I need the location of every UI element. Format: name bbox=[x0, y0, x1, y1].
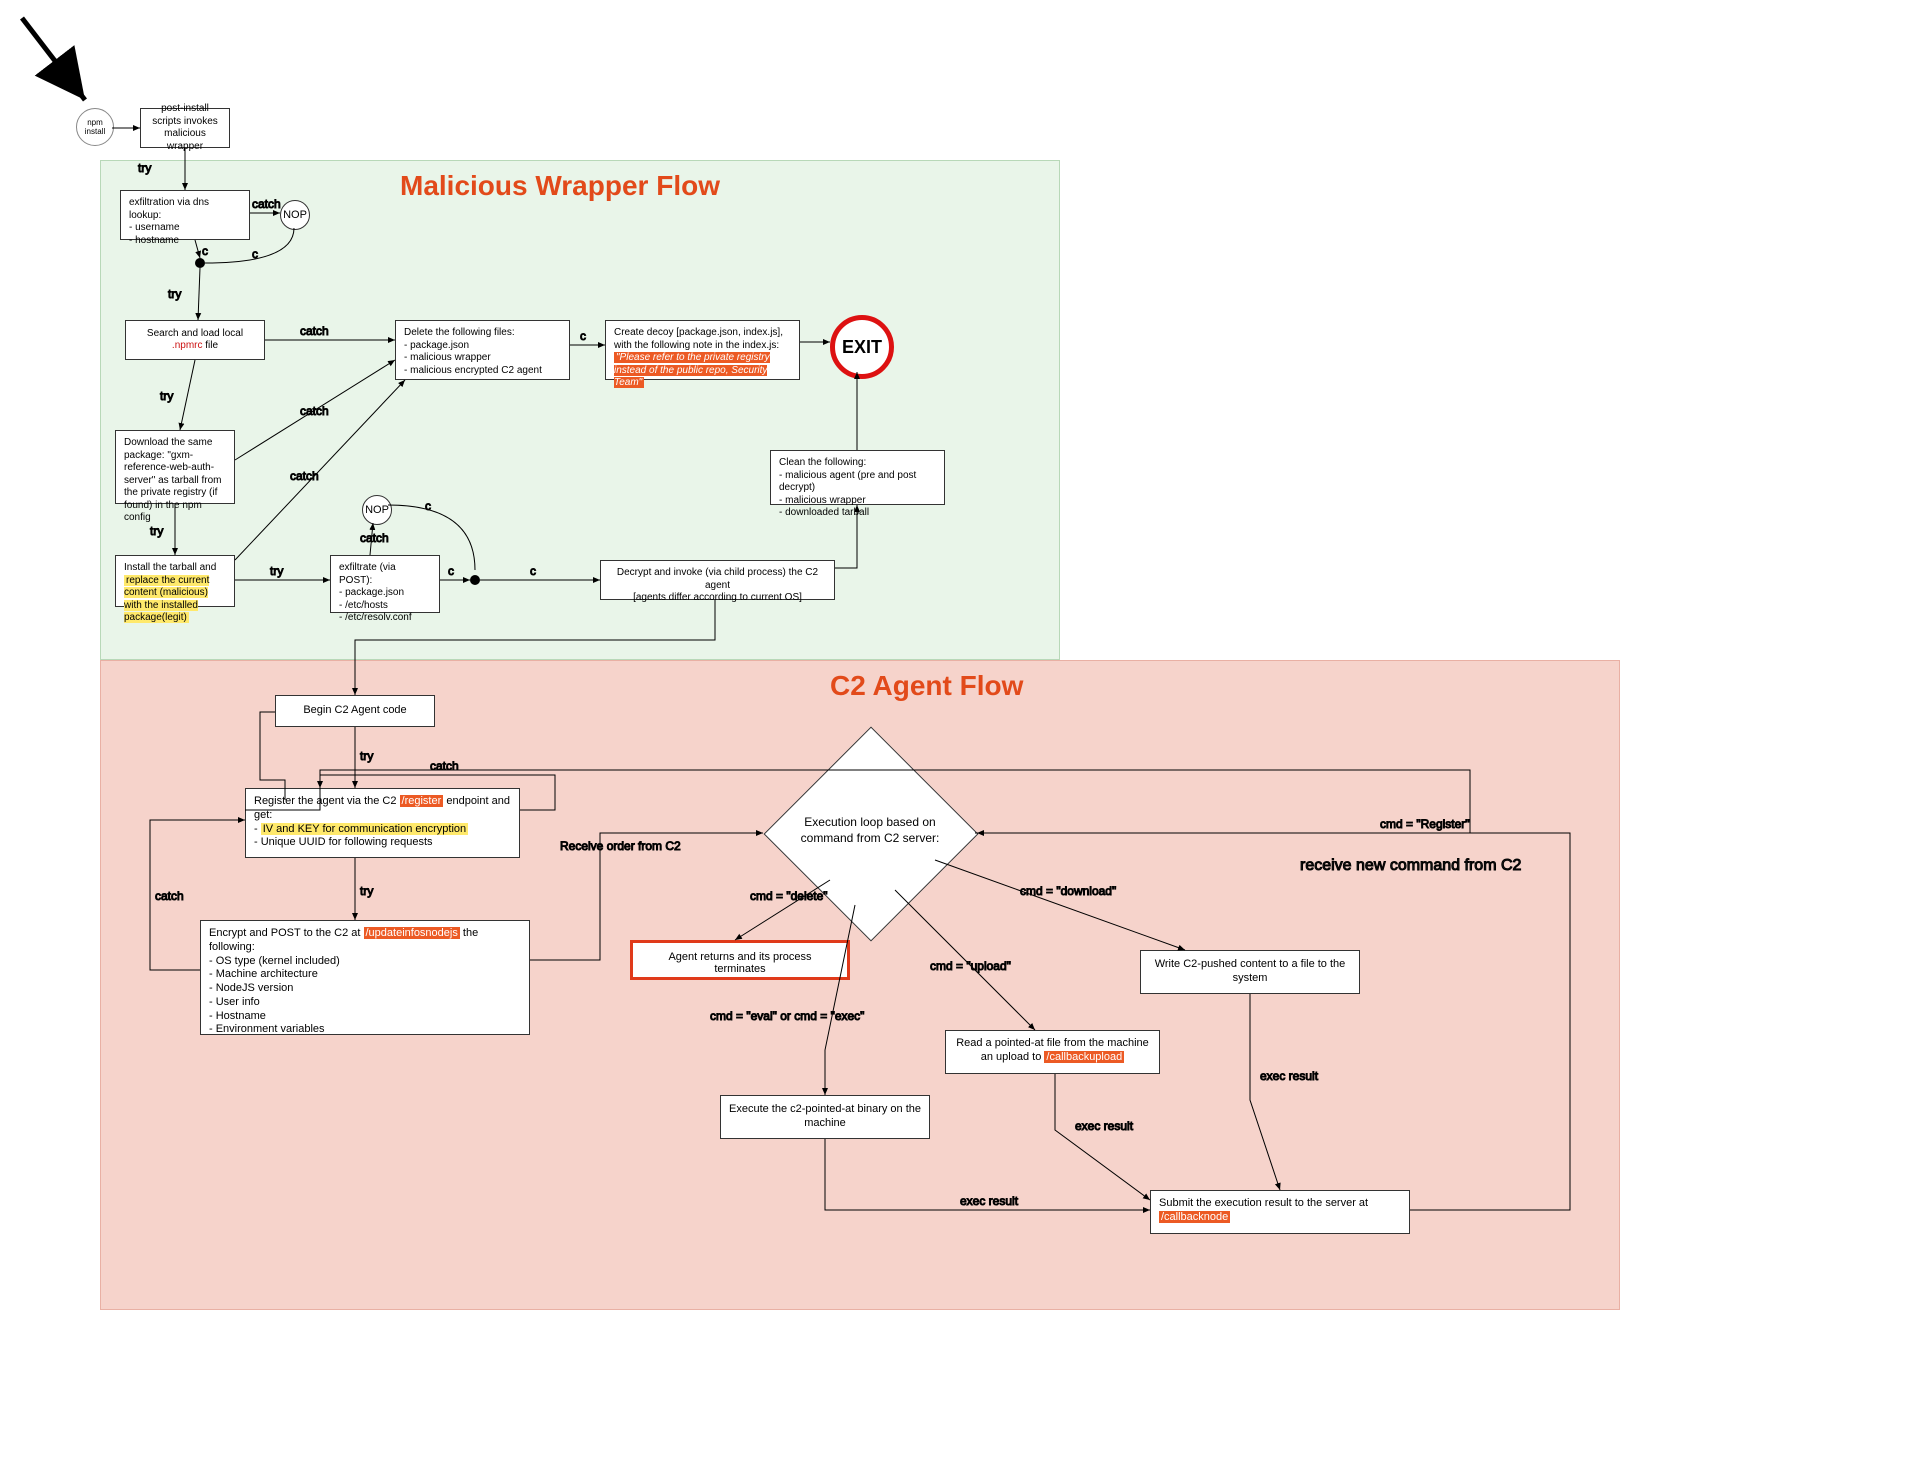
download-pkg-node: Download the same package: "gxm-referenc… bbox=[115, 430, 235, 504]
download-cmd-text: Write C2-pushed content to a file to the… bbox=[1149, 958, 1351, 986]
decoy-node: Create decoy [package.json, index.js], w… bbox=[605, 320, 800, 380]
delete-files-b3: - malicious encrypted C2 agent bbox=[404, 365, 561, 378]
loop-l2: command from C2 server: bbox=[790, 831, 950, 847]
clean-b2: - malicious wrapper bbox=[779, 495, 936, 508]
exec-cmd-node: Execute the c2-pointed-at binary on the … bbox=[720, 1095, 930, 1139]
postinstall-text: post-install scripts invokes malicious w… bbox=[149, 103, 221, 153]
install-tarball-node: Install the tarball and replace the curr… bbox=[115, 555, 235, 607]
junction2 bbox=[470, 575, 480, 585]
encrypt-post-b4: - User info bbox=[209, 996, 521, 1010]
encrypt-post-b3: - NodeJS version bbox=[209, 982, 521, 996]
clean-b3: - downloaded tarball bbox=[779, 507, 936, 520]
start-label: npm install bbox=[85, 118, 105, 136]
exfil-post-title: exfiltrate (via POST): bbox=[339, 562, 431, 587]
junction1 bbox=[195, 258, 205, 268]
encrypt-post-b1: - OS type (kernel included) bbox=[209, 955, 521, 969]
decoy-hl: "Please refer to the private registry in… bbox=[614, 352, 770, 388]
start-node: npm install bbox=[76, 108, 114, 146]
download-cmd-node: Write C2-pushed content to a file to the… bbox=[1140, 950, 1360, 994]
exfil-post-node: exfiltrate (via POST): - package.json - … bbox=[330, 555, 440, 613]
exfil-dns-node: exfiltration via dns lookup: - username … bbox=[120, 190, 250, 240]
loop-label: Execution loop based on command from C2 … bbox=[790, 815, 950, 846]
search-npmrc-pre: Search and load local bbox=[147, 328, 243, 339]
install-tarball-pre: Install the tarball and bbox=[124, 562, 216, 573]
register-b2: - Unique UUID for following requests bbox=[254, 836, 511, 850]
encrypt-post-node: Encrypt and POST to the C2 at /updateinf… bbox=[200, 920, 530, 1035]
decrypt-l1: Decrypt and invoke (via child process) t… bbox=[609, 567, 826, 592]
exec-cmd-text: Execute the c2-pointed-at binary on the … bbox=[729, 1103, 921, 1131]
delete-files-title: Delete the following files: bbox=[404, 327, 561, 340]
exfil-dns-title: exfiltration via dns lookup: bbox=[129, 197, 241, 222]
begin-c2-text: Begin C2 Agent code bbox=[303, 704, 406, 718]
upload-cmd-node: Read a pointed-at file from the machine … bbox=[945, 1030, 1160, 1074]
clean-title: Clean the following: bbox=[779, 457, 936, 470]
c2-title: C2 Agent Flow bbox=[830, 670, 1023, 702]
register-b1: IV and KEY for communication encryption bbox=[261, 823, 468, 835]
clean-node: Clean the following: - malicious agent (… bbox=[770, 450, 945, 505]
delete-cmd-node: Agent returns and its process terminates bbox=[630, 940, 850, 980]
nop2-text: NOP bbox=[365, 504, 389, 516]
wrapper-title: Malicious Wrapper Flow bbox=[400, 170, 720, 202]
decrypt-node: Decrypt and invoke (via child process) t… bbox=[600, 560, 835, 600]
encrypt-post-b5: - Hostname bbox=[209, 1010, 521, 1024]
search-npmrc-hl: .npmrc bbox=[172, 340, 203, 351]
delete-files-node: Delete the following files: - package.js… bbox=[395, 320, 570, 380]
delete-files-b2: - malicious wrapper bbox=[404, 352, 561, 365]
register-pre: Register the agent via the C2 bbox=[254, 795, 400, 807]
decoy-title: Create decoy [package.json, index.js], w… bbox=[614, 327, 791, 352]
nop2: NOP bbox=[362, 495, 392, 525]
register-hl: /register bbox=[400, 795, 444, 807]
upload-cmd-hl: /callbackupload bbox=[1044, 1051, 1124, 1063]
exit-text: EXIT bbox=[842, 337, 882, 358]
encrypt-post-b2: - Machine architecture bbox=[209, 968, 521, 982]
begin-c2-node: Begin C2 Agent code bbox=[275, 695, 435, 727]
search-npmrc-post: file bbox=[205, 340, 218, 351]
submit-pre: Submit the execution result to the serve… bbox=[1159, 1197, 1368, 1209]
register-node: Register the agent via the C2 /register … bbox=[245, 788, 520, 858]
exfil-dns-b2: - hostname bbox=[129, 235, 241, 248]
loop-l1: Execution loop based on bbox=[790, 815, 950, 831]
exfil-post-b2: - /etc/hosts bbox=[339, 600, 431, 613]
submit-hl: /callbacknode bbox=[1159, 1211, 1230, 1223]
encrypt-post-b6: - Environment variables bbox=[209, 1023, 521, 1037]
decrypt-l2: [agents differ according to current OS] bbox=[609, 592, 826, 605]
exit-node: EXIT bbox=[830, 315, 894, 379]
nop1-text: NOP bbox=[283, 209, 307, 221]
exfil-post-b1: - package.json bbox=[339, 587, 431, 600]
postinstall-node: post-install scripts invokes malicious w… bbox=[140, 108, 230, 148]
clean-b1: - malicious agent (pre and post decrypt) bbox=[779, 470, 936, 495]
exfil-post-b3: - /etc/resolv.conf bbox=[339, 612, 431, 625]
submit-node: Submit the execution result to the serve… bbox=[1150, 1190, 1410, 1234]
encrypt-post-pre: Encrypt and POST to the C2 at bbox=[209, 927, 364, 939]
delete-cmd-text: Agent returns and its process terminates bbox=[668, 951, 811, 975]
exfil-dns-b1: - username bbox=[129, 222, 241, 235]
nop1: NOP bbox=[280, 200, 310, 230]
search-npmrc-node: Search and load local .npmrc file bbox=[125, 320, 265, 360]
encrypt-post-hl: /updateinfosnodejs bbox=[364, 927, 460, 939]
delete-files-b1: - package.json bbox=[404, 340, 561, 353]
